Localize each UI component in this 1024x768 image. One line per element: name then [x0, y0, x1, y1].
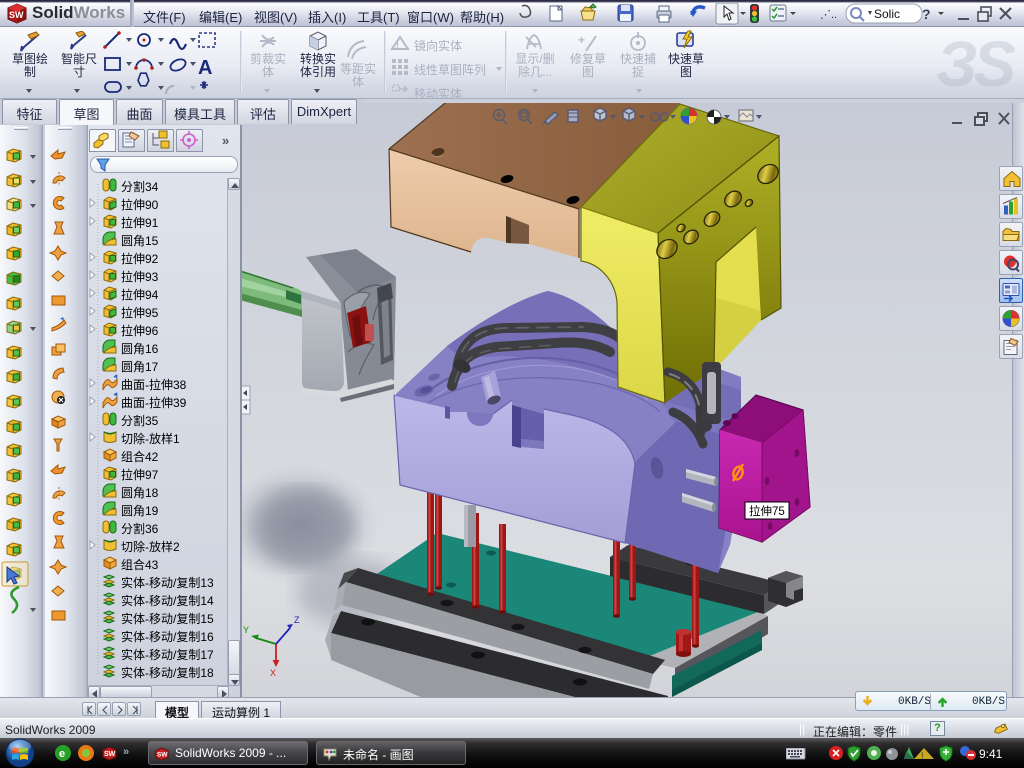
svg-text:X: X: [270, 668, 276, 678]
svg-text:SW: SW: [157, 751, 168, 758]
svg-text:!: !: [396, 40, 399, 50]
svg-text:Solic: Solic: [874, 7, 900, 21]
svg-text:A: A: [198, 57, 212, 79]
svg-text:e: e: [59, 748, 65, 760]
svg-text:SW: SW: [104, 751, 116, 758]
svg-text:!: !: [921, 751, 924, 761]
svg-text:Y: Y: [243, 625, 249, 635]
svg-text:?: ?: [922, 6, 931, 22]
svg-text:Z: Z: [294, 615, 300, 625]
svg-text:SW: SW: [9, 10, 24, 20]
svg-text:拉伸75: 拉伸75: [749, 504, 785, 518]
svg-text:⋰..: ⋰..: [820, 9, 837, 21]
svg-text:+: +: [578, 33, 585, 47]
